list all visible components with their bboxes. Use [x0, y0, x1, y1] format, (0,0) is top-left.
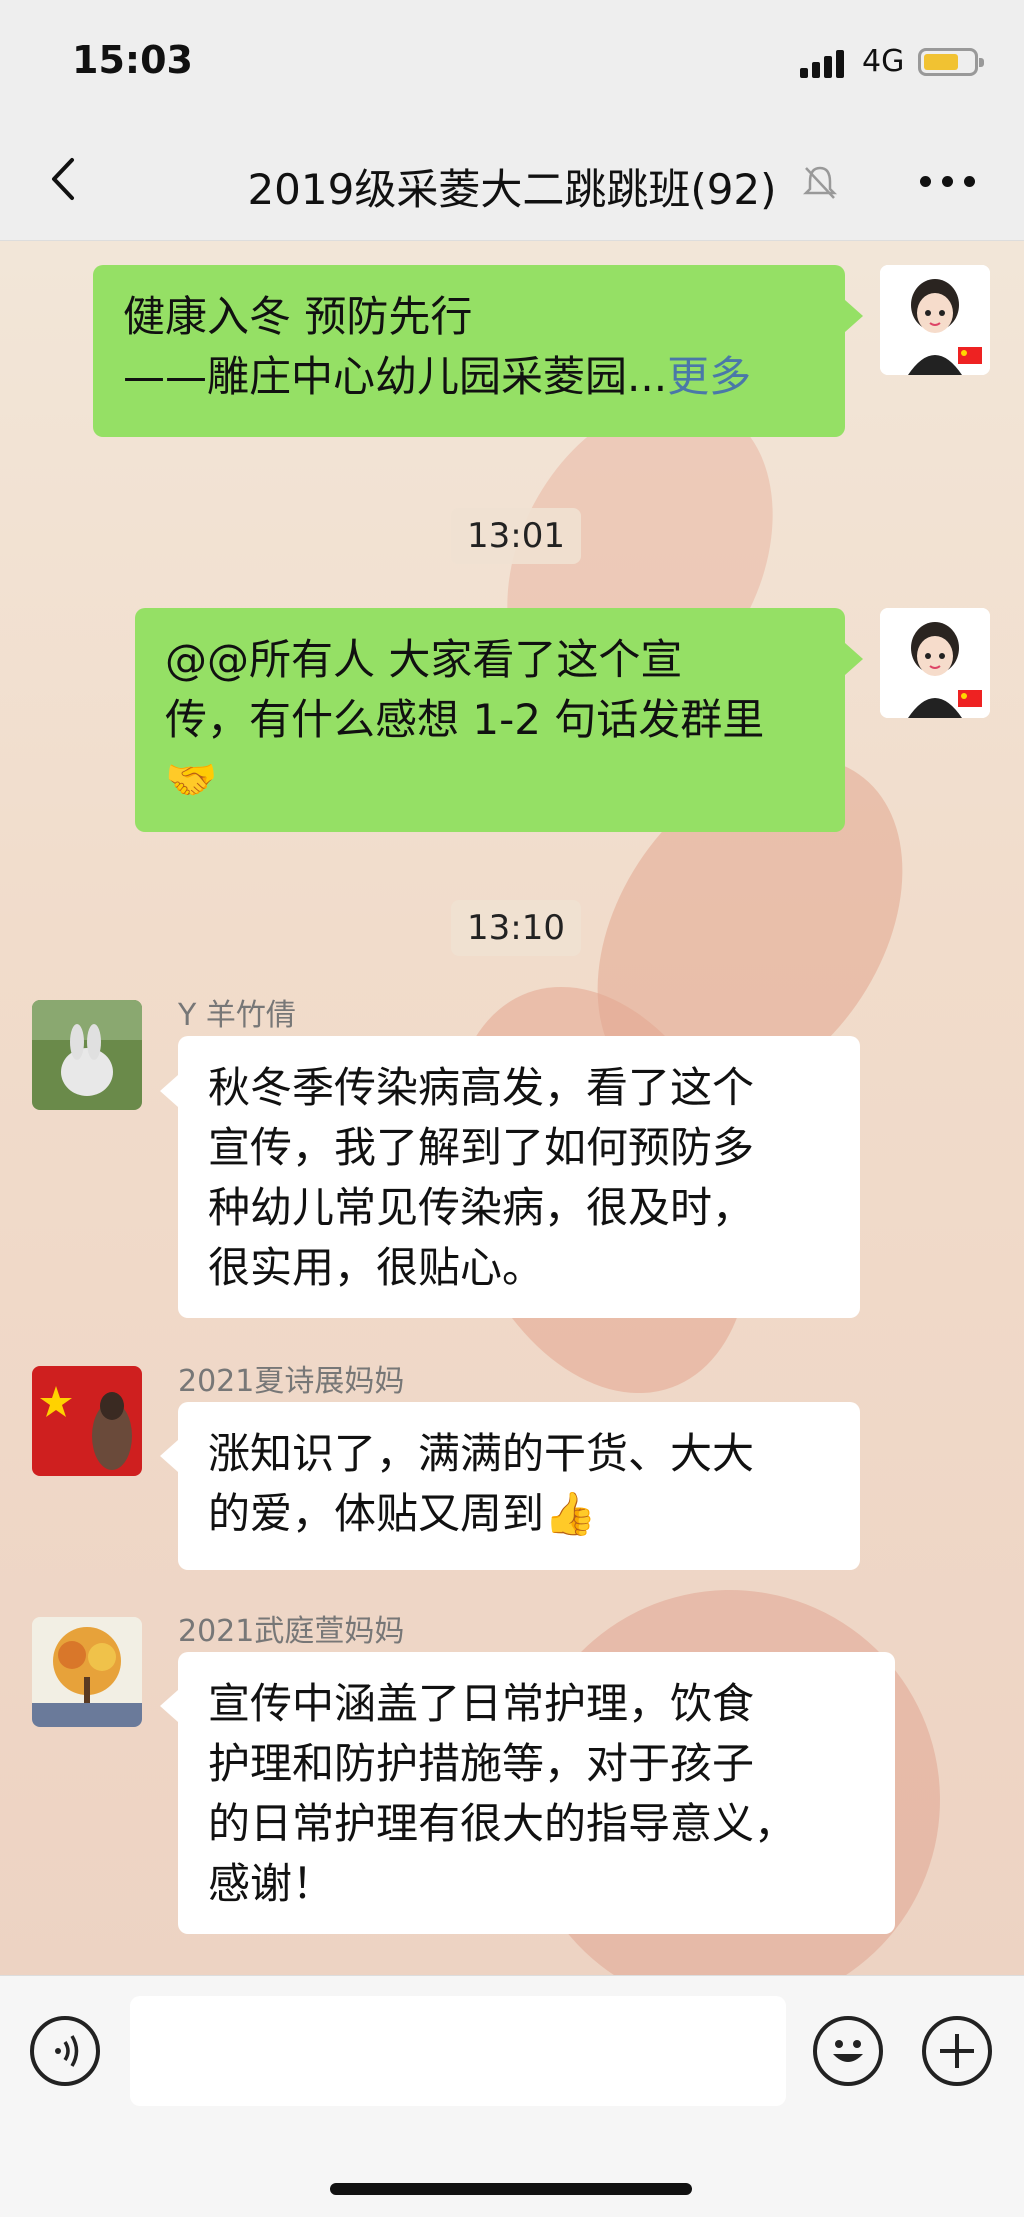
handshake-emoji: 🤝 — [165, 755, 218, 804]
chat-input-bar — [0, 1975, 1024, 2217]
avatar-self[interactable] — [880, 265, 990, 375]
more-link[interactable]: 更多 — [667, 352, 751, 401]
flag-photo-avatar-icon — [32, 1366, 142, 1476]
message-text: 秋冬季传染病高发，看了这个 — [208, 1063, 755, 1112]
message-bubble-self[interactable]: 健康入冬 预防先行 ——雕庄中心幼儿园采菱园...更多 — [93, 265, 845, 437]
plus-sign — [940, 2034, 974, 2068]
thumbs-up-emoji: 👍 — [544, 1489, 597, 1538]
bubble-tail — [160, 1690, 178, 1722]
message-text: 健康入冬 预防先行 — [123, 292, 473, 341]
wechat-chat-screen: 15:03 4G 2019级采菱大二跳跳班(92) 健康入冬 预防先行 ——雕庄… — [0, 0, 1024, 2217]
voice-input-icon[interactable] — [30, 2016, 100, 2086]
message-text: ——雕庄中心幼儿园采菱园...更多 — [123, 347, 815, 407]
more-options-icon[interactable] — [918, 172, 978, 192]
chat-title[interactable]: 2019级采菱大二跳跳班(92) — [0, 156, 1024, 217]
message-input[interactable] — [130, 1996, 786, 2106]
chat-header: 2019级采菱大二跳跳班(92) — [0, 120, 1024, 241]
bubble-tail — [845, 300, 863, 332]
voice-waves — [55, 2035, 79, 2067]
emoji-icon[interactable] — [813, 2016, 883, 2086]
sender-name: Y 羊竹倩 — [178, 998, 296, 1033]
mute-bell-icon — [802, 166, 838, 199]
message-text: 传，有什么感想 1-2 句话发群里 — [165, 695, 765, 744]
message-text: 很实用，很贴心。 — [208, 1243, 545, 1292]
timestamp: 13:10 — [451, 900, 581, 956]
home-indicator[interactable] — [330, 2183, 692, 2195]
bubble-tail — [160, 1075, 178, 1107]
plus-icon[interactable] — [922, 2016, 992, 2086]
message-text: 宣传，我了解到了如何预防多 — [208, 1123, 755, 1172]
message-text-part: ——雕庄中心幼儿园采菱园... — [123, 352, 668, 401]
message-bubble-self[interactable]: @@所有人 大家看了这个宣 传，有什么感想 1-2 句话发群里 🤝 — [135, 608, 845, 832]
tree-painting-avatar-icon — [32, 1617, 142, 1727]
smile-face — [833, 2040, 863, 2062]
rabbit-photo-avatar-icon — [32, 1000, 142, 1110]
avatar-self[interactable] — [880, 608, 990, 718]
message-text: 护理和防护措施等，对于孩子 — [208, 1739, 755, 1788]
sender-name: 2021夏诗展妈妈 — [178, 1364, 405, 1399]
avatar-contact[interactable] — [32, 1366, 142, 1476]
message-text-part: 的爱，体贴又周到 — [208, 1489, 545, 1538]
message-bubble-contact[interactable]: 秋冬季传染病高发，看了这个 宣传，我了解到了如何预防多 种幼儿常见传染病，很及时… — [178, 1036, 860, 1318]
avatar-contact[interactable] — [32, 1617, 142, 1727]
message-text: 感谢！ — [208, 1859, 335, 1908]
message-text: 涨知识了，满满的干货、大大 — [208, 1429, 755, 1478]
avatar-contact[interactable] — [32, 1000, 142, 1110]
status-bar: 15:03 4G — [0, 0, 1024, 120]
status-time: 15:03 — [72, 38, 193, 82]
message-text: 种幼儿常见传染病，很及时， — [208, 1183, 755, 1232]
network-type: 4G — [862, 44, 905, 79]
message-text: 的日常护理有很大的指导意义， — [208, 1799, 797, 1848]
bubble-tail — [845, 643, 863, 675]
battery-icon — [918, 48, 984, 76]
cartoon-avatar-icon — [880, 265, 990, 375]
message-text: 宣传中涵盖了日常护理，饮食 — [208, 1679, 755, 1728]
sender-name: 2021武庭萱妈妈 — [178, 1614, 405, 1649]
message-text: 的爱，体贴又周到👍 — [208, 1484, 830, 1544]
message-bubble-contact[interactable]: 涨知识了，满满的干货、大大 的爱，体贴又周到👍 — [178, 1402, 860, 1570]
message-bubble-contact[interactable]: 宣传中涵盖了日常护理，饮食 护理和防护措施等，对于孩子 的日常护理有很大的指导意… — [178, 1652, 895, 1934]
cartoon-avatar-icon — [880, 608, 990, 718]
timestamp: 13:01 — [451, 508, 581, 564]
signal-icon — [800, 48, 850, 78]
bubble-tail — [160, 1440, 178, 1472]
message-text: @@所有人 大家看了这个宣 — [165, 635, 683, 684]
